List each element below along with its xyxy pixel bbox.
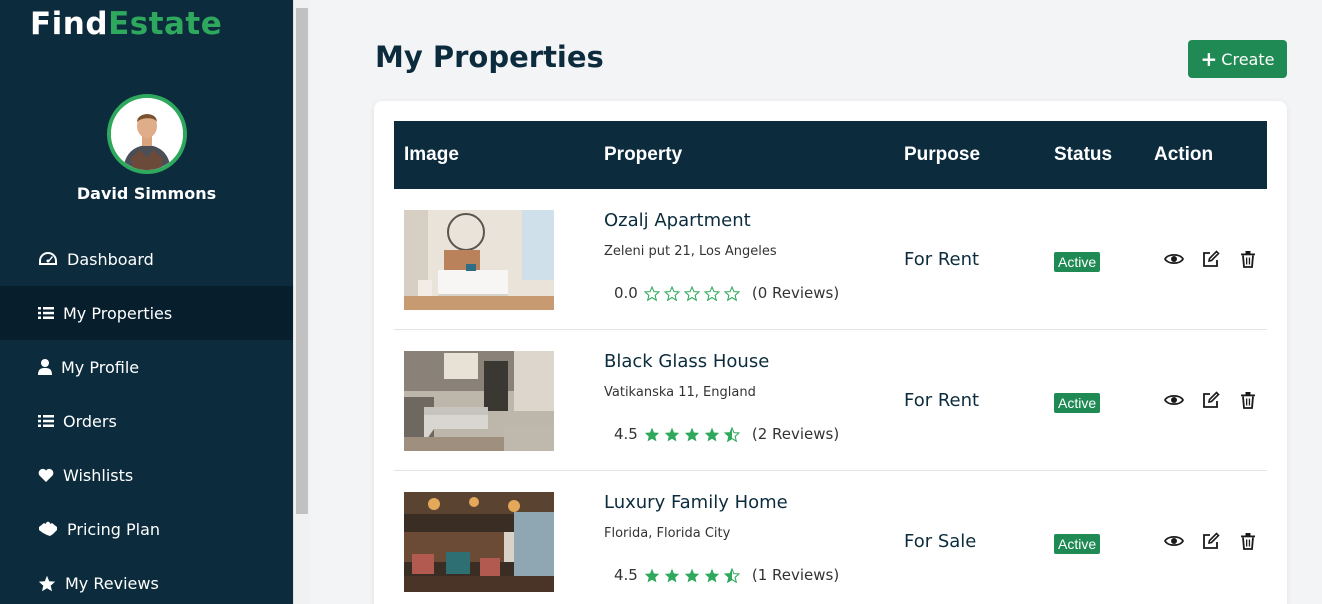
sidebar-item-orders[interactable]: Orders bbox=[0, 394, 293, 448]
property-name[interactable]: Luxury Family Home bbox=[604, 492, 788, 513]
property-rating: 4.5 (1 Reviews) bbox=[614, 566, 839, 584]
row-actions bbox=[1164, 531, 1275, 551]
star-filled-icon bbox=[664, 568, 680, 582]
rating-value: 4.5 bbox=[614, 566, 638, 584]
star-outline-icon bbox=[663, 285, 680, 301]
sidebar-item-my-reviews[interactable]: My Reviews bbox=[0, 556, 293, 604]
edit-icon[interactable] bbox=[1201, 531, 1221, 551]
status-badge: Active bbox=[1054, 393, 1101, 413]
rating-stars bbox=[644, 426, 744, 442]
delete-icon[interactable] bbox=[1238, 390, 1258, 410]
delete-icon[interactable] bbox=[1238, 531, 1258, 551]
property-name[interactable]: Black Glass House bbox=[604, 351, 769, 372]
property-image[interactable] bbox=[404, 492, 554, 592]
rating-value: 4.5 bbox=[614, 425, 638, 443]
sidebar-nav: Dashboard My Properties My Profile Order… bbox=[0, 232, 293, 604]
sidebar-scrollbar[interactable] bbox=[293, 0, 310, 604]
property-rating: 0.0 (0 Reviews) bbox=[614, 284, 839, 302]
property-purpose: For Rent bbox=[904, 249, 980, 270]
sidebar-item-label: Dashboard bbox=[67, 249, 154, 269]
star-icon bbox=[38, 574, 56, 592]
rating-stars bbox=[643, 285, 744, 301]
logo[interactable]: FindEstate bbox=[30, 6, 222, 42]
scrollbar-thumb[interactable] bbox=[296, 8, 308, 514]
status-badge: Active bbox=[1054, 534, 1101, 554]
star-filled-icon bbox=[644, 427, 660, 441]
gauge-icon bbox=[38, 250, 58, 268]
header-status: Status bbox=[1054, 144, 1113, 165]
sidebar-item-label: My Profile bbox=[61, 357, 140, 377]
star-half-icon bbox=[723, 567, 740, 583]
sidebar-item-my-profile[interactable]: My Profile bbox=[0, 340, 293, 394]
star-outline-icon bbox=[683, 285, 700, 301]
create-button-label: Create bbox=[1221, 49, 1275, 69]
list-icon bbox=[38, 412, 54, 430]
edit-icon[interactable] bbox=[1201, 249, 1221, 269]
sidebar: FindEstate David Simmons Dashboard My Pr… bbox=[0, 0, 293, 604]
sidebar-item-label: Orders bbox=[63, 411, 117, 431]
star-outline-icon bbox=[703, 285, 720, 301]
view-icon[interactable] bbox=[1164, 390, 1184, 410]
status-badge: Active bbox=[1054, 252, 1101, 272]
header-action: Action bbox=[1154, 144, 1214, 165]
sidebar-item-label: Pricing Plan bbox=[67, 519, 161, 539]
star-outline-icon bbox=[643, 285, 660, 301]
sidebar-item-label: Wishlists bbox=[63, 465, 134, 485]
user-icon bbox=[38, 358, 52, 376]
review-count[interactable]: (2 Reviews) bbox=[752, 425, 839, 443]
edit-icon[interactable] bbox=[1201, 390, 1221, 410]
row-actions bbox=[1164, 249, 1275, 269]
star-filled-icon bbox=[704, 568, 720, 582]
create-button[interactable]: + Create bbox=[1188, 40, 1287, 78]
sidebar-item-my-properties[interactable]: My Properties bbox=[0, 286, 293, 340]
review-count[interactable]: (0 Reviews) bbox=[752, 284, 839, 302]
table-row: Ozalj Apartment Zeleni put 21, Los Angel… bbox=[394, 189, 1267, 330]
view-icon[interactable] bbox=[1164, 249, 1184, 269]
property-purpose: For Sale bbox=[904, 531, 977, 552]
properties-card: Image Property Purpose Status Action Oza… bbox=[374, 101, 1287, 604]
header-image: Image bbox=[404, 144, 459, 165]
sidebar-item-wishlists[interactable]: Wishlists bbox=[0, 448, 293, 502]
sidebar-item-label: My Reviews bbox=[65, 573, 159, 593]
rating-stars bbox=[644, 567, 744, 583]
star-filled-icon bbox=[684, 427, 700, 441]
logo-text-estate: Estate bbox=[108, 6, 223, 42]
star-filled-icon bbox=[684, 568, 700, 582]
row-actions bbox=[1164, 390, 1275, 410]
table-row: Black Glass House Vatikanska 11, England… bbox=[394, 330, 1267, 471]
table-row: Luxury Family Home Florida, Florida City… bbox=[394, 471, 1267, 604]
star-half-icon bbox=[723, 426, 740, 442]
view-icon[interactable] bbox=[1164, 531, 1184, 551]
star-filled-icon bbox=[644, 568, 660, 582]
sidebar-item-dashboard[interactable]: Dashboard bbox=[0, 232, 293, 286]
header-purpose: Purpose bbox=[904, 144, 981, 165]
heart-icon bbox=[38, 466, 54, 484]
property-image[interactable] bbox=[404, 210, 554, 310]
list-icon bbox=[38, 304, 54, 322]
star-filled-icon bbox=[704, 427, 720, 441]
handshake-icon bbox=[38, 520, 58, 538]
property-purpose: For Rent bbox=[904, 390, 980, 411]
property-image[interactable] bbox=[404, 351, 554, 451]
header-property: Property bbox=[604, 144, 683, 165]
star-outline-icon bbox=[723, 285, 740, 301]
table-header: Image Property Purpose Status Action bbox=[394, 121, 1267, 189]
property-rating: 4.5 (2 Reviews) bbox=[614, 425, 839, 443]
rating-value: 0.0 bbox=[614, 284, 638, 302]
user-name: David Simmons bbox=[76, 184, 217, 203]
star-filled-icon bbox=[664, 427, 680, 441]
logo-text-find: Find bbox=[30, 6, 109, 42]
page-title: My Properties bbox=[375, 40, 604, 74]
property-name[interactable]: Ozalj Apartment bbox=[604, 210, 751, 231]
sidebar-item-label: My Properties bbox=[63, 303, 173, 323]
delete-icon[interactable] bbox=[1238, 249, 1258, 269]
property-address: Florida, Florida City bbox=[604, 526, 731, 541]
property-address: Zeleni put 21, Los Angeles bbox=[604, 244, 777, 259]
plus-icon: + bbox=[1200, 47, 1218, 71]
review-count[interactable]: (1 Reviews) bbox=[752, 566, 839, 584]
property-address: Vatikanska 11, England bbox=[604, 385, 756, 400]
sidebar-item-pricing-plan[interactable]: Pricing Plan bbox=[0, 502, 293, 556]
avatar bbox=[107, 94, 187, 174]
